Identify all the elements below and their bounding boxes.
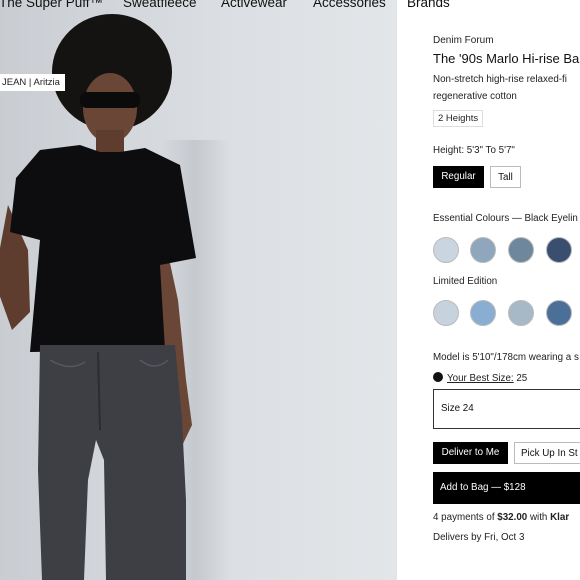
limited-edition-label: Limited Edition xyxy=(433,276,498,287)
klarna-logo-text[interactable]: Klar xyxy=(550,512,569,523)
height-label: Height: 5'3" To 5'7" xyxy=(433,145,515,156)
payments-info: 4 payments of $32.00 with Klar xyxy=(433,512,569,523)
nav-item-brands[interactable]: Brands xyxy=(407,0,450,10)
best-size-row: Your Best Size: 25 xyxy=(433,372,527,384)
payments-suffix: with xyxy=(527,512,551,523)
size-select-value: Size 24 xyxy=(441,403,474,414)
size-select[interactable]: Size 24 xyxy=(433,389,580,429)
top-nav: The Super Puff™ Sweatfleece Activewear A… xyxy=(0,0,580,13)
product-title: The '90s Marlo Hi-rise Ba xyxy=(433,51,580,66)
image-tag: JEAN | Aritzia xyxy=(0,74,65,91)
pick-up-in-store-button[interactable]: Pick Up In St xyxy=(514,442,580,464)
sunglasses-shape xyxy=(80,92,140,108)
product-description-line-1: Non-stretch high-rise relaxed-fi xyxy=(433,74,567,85)
delivery-estimate: Delivers by Fri, Oct 3 xyxy=(433,532,525,543)
product-brand[interactable]: Denim Forum xyxy=(433,35,494,46)
colour-swatch-limited-4[interactable] xyxy=(546,300,572,326)
nav-item-activewear[interactable]: Activewear xyxy=(221,0,287,10)
fit-icon xyxy=(433,372,443,382)
deliver-to-me-button[interactable]: Deliver to Me xyxy=(433,442,508,464)
colour-swatch-limited-2[interactable] xyxy=(470,300,496,326)
colour-swatch-essential-2[interactable] xyxy=(470,237,496,263)
product-details-panel: Denim Forum The '90s Marlo Hi-rise Ba No… xyxy=(397,0,580,580)
height-regular-button[interactable]: Regular xyxy=(433,166,484,188)
add-to-bag-button[interactable]: Add to Bag — $128 xyxy=(433,472,580,504)
nav-item-the-super-puff[interactable]: The Super Puff™ xyxy=(0,0,103,10)
payments-prefix: 4 payments of xyxy=(433,512,498,523)
colour-swatch-limited-3[interactable] xyxy=(508,300,534,326)
colour-swatch-essential-3[interactable] xyxy=(508,237,534,263)
nav-item-sweatfleece[interactable]: Sweatfleece xyxy=(123,0,197,10)
model-size-info: Model is 5'10"/178cm wearing a s xyxy=(433,352,579,363)
nav-item-accessories[interactable]: Accessories xyxy=(313,0,386,10)
heights-badge: 2 Heights xyxy=(433,110,484,127)
product-image[interactable]: JEAN | Aritzia xyxy=(0,0,397,580)
product-description-line-2: regenerative cotton xyxy=(433,91,517,102)
best-size-value: 25 xyxy=(516,373,528,384)
best-size-link[interactable]: Your Best Size: xyxy=(447,373,514,384)
colour-swatch-essential-4[interactable] xyxy=(546,237,572,263)
essential-colours-label: Essential Colours — Black Eyelin xyxy=(433,213,578,224)
height-tall-button[interactable]: Tall xyxy=(490,166,521,188)
payments-amount: $32.00 xyxy=(497,512,528,523)
colour-swatch-essential-1[interactable] xyxy=(433,237,459,263)
jeans-shape xyxy=(38,345,186,580)
colour-swatch-limited-1[interactable] xyxy=(433,300,459,326)
